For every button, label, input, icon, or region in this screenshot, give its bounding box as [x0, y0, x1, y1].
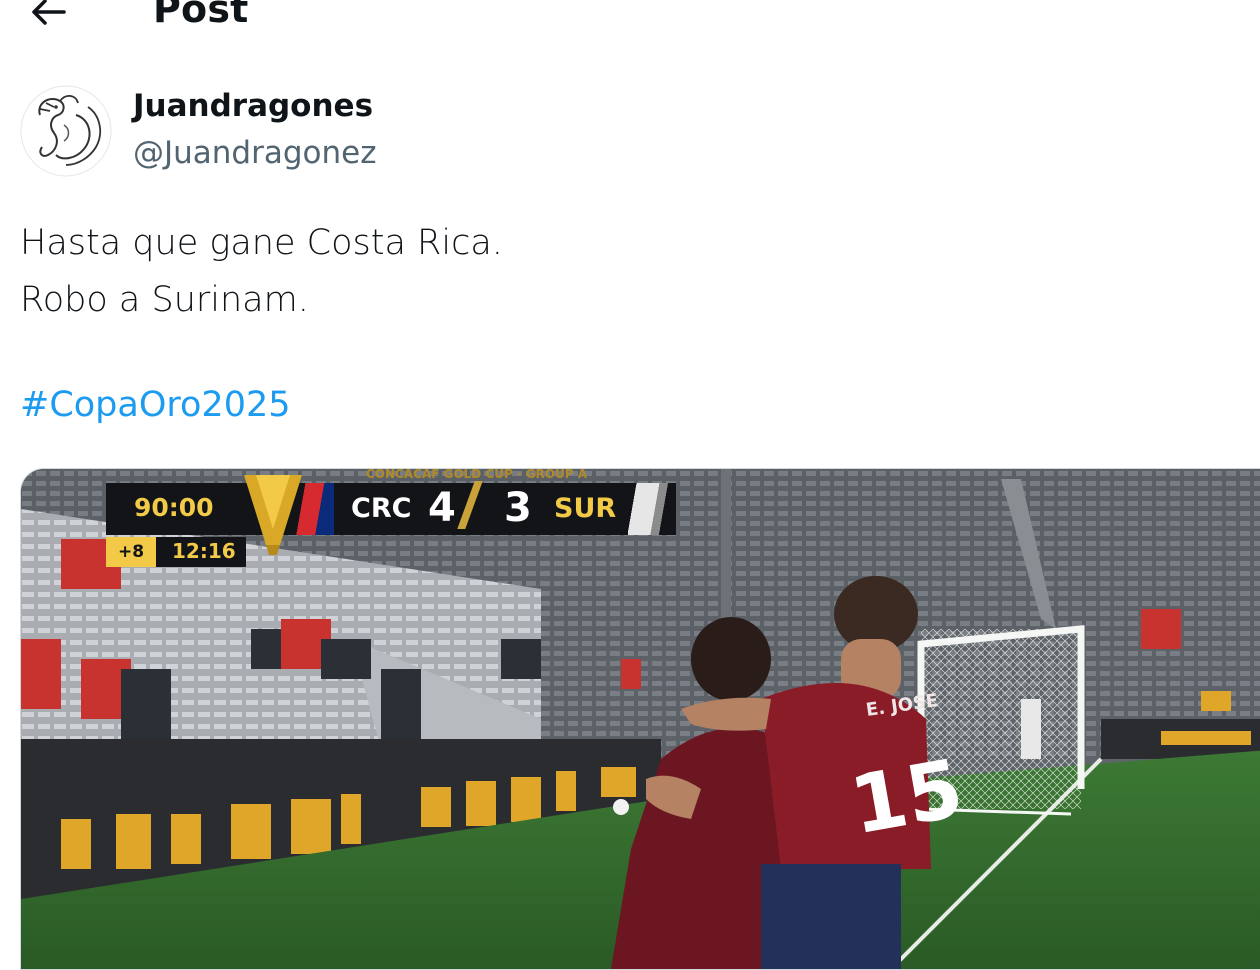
user-handle[interactable]: @Juandragonez: [133, 135, 377, 171]
dragon-logo-icon: [20, 85, 112, 177]
stoppage-clock: 12:16: [172, 539, 236, 563]
back-button[interactable]: [20, 0, 68, 36]
away-score: 3: [504, 485, 532, 531]
match-scorebug: CONCACAF GOLD CUP · GROUP A 90:00 CRC 4 …: [106, 469, 706, 569]
away-team: SUR: [554, 493, 617, 524]
costa-rica-flag-icon: [296, 483, 334, 535]
home-score: 4: [428, 485, 456, 531]
jersey-number: 15: [844, 742, 970, 853]
tweet-media-image[interactable]: 15 E. JOSE CONCACAF GOLD CUP · GROUP A 9…: [20, 468, 1260, 970]
display-name[interactable]: Juandragones: [133, 88, 373, 124]
avatar[interactable]: [20, 85, 112, 177]
hashtag-link[interactable]: #CopaOro2025: [20, 385, 291, 425]
added-time-badge: +8: [106, 537, 156, 567]
page-title: Post: [153, 0, 249, 31]
match-time: 90:00: [134, 493, 214, 522]
tweet-text-line: Robo a Surinam.: [20, 280, 309, 320]
home-team: CRC: [351, 493, 412, 524]
tweet-text-line: Hasta que gane Costa Rica.: [20, 223, 503, 263]
tweet-text: Hasta que gane Costa Rica. Robo a Surina…: [20, 215, 1220, 329]
tweet-author: Juandragones @Juandragonez: [20, 80, 620, 190]
post-header: Post: [0, 0, 1260, 60]
arrow-left-icon: [32, 0, 66, 25]
suriname-flag-icon: [628, 483, 676, 535]
competition-label: CONCACAF GOLD CUP · GROUP A: [366, 468, 588, 481]
